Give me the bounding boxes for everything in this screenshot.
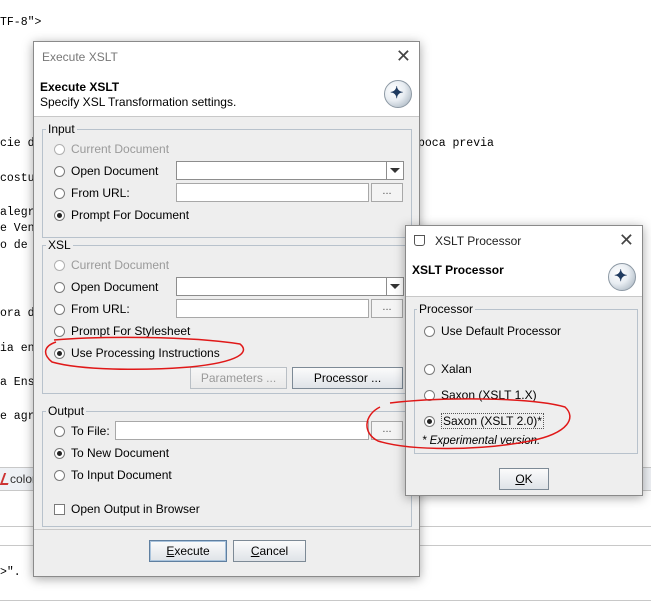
option-label: Xalan <box>441 362 472 376</box>
input-url-browse-button[interactable]: ... <box>371 183 403 202</box>
header-title: XSLT Processor <box>412 263 504 277</box>
option-label: From URL: <box>71 186 130 200</box>
option-label: To Input Document <box>71 468 172 482</box>
header-title: Execute XSLT <box>40 80 120 94</box>
editor-line: alegr <box>0 206 35 219</box>
option-label: Use Default Processor <box>441 324 562 338</box>
xsl-prompt-for-stylesheet-option[interactable]: Prompt For Stylesheet <box>54 322 190 340</box>
xsl-use-processing-instructions-option[interactable]: Use Processing Instructions <box>54 344 220 362</box>
execute-button[interactable]: Execute <box>149 540 227 562</box>
button-label: xecute <box>174 544 210 558</box>
output-to-new-document-option[interactable]: To New Document <box>54 444 169 462</box>
saxon-1-option[interactable]: Saxon (XSLT 1.X) <box>424 386 537 404</box>
close-icon[interactable]: ✕ <box>396 47 411 65</box>
option-label: Use Processing Instructions <box>71 346 220 360</box>
input-open-document-option[interactable]: Open Document <box>54 162 158 180</box>
radio-button[interactable] <box>54 425 65 437</box>
xsl-url-browse-button[interactable]: ... <box>371 299 403 318</box>
option-label: From URL: <box>71 302 130 316</box>
xsl-from-url-option[interactable]: From URL: <box>54 300 130 318</box>
radio-button[interactable] <box>424 363 435 375</box>
button-label: K <box>524 472 533 486</box>
option-label: Open Document <box>71 164 159 178</box>
mnemonic: O <box>515 472 525 486</box>
xsl-open-document-option[interactable]: Open Document <box>54 278 158 296</box>
open-output-in-browser-option[interactable]: Open Output in Browser <box>54 500 200 518</box>
option-label: Saxon (XSLT 1.X) <box>441 388 537 402</box>
radio-button <box>54 143 65 155</box>
use-default-processor-option[interactable]: Use Default Processor <box>424 322 561 340</box>
java-cup-icon <box>414 235 425 246</box>
radio-button[interactable] <box>54 469 65 481</box>
xsl-current-document-option: Current Document <box>54 256 169 274</box>
radio-button[interactable] <box>54 447 65 459</box>
button-bar-separator <box>34 529 419 530</box>
radio-button[interactable] <box>54 187 65 199</box>
radio-button[interactable] <box>54 347 65 359</box>
output-to-file-option[interactable]: To File: <box>54 422 110 440</box>
processor-button[interactable]: Processor ... <box>292 367 403 389</box>
radio-button[interactable] <box>424 389 435 401</box>
output-to-input-document-option[interactable]: To Input Document <box>54 466 172 484</box>
input-open-document-combo[interactable] <box>176 161 404 180</box>
xsl-open-document-combo[interactable] <box>176 277 404 296</box>
radio-button[interactable] <box>54 281 65 293</box>
option-label: Current Document <box>71 258 170 272</box>
option-label: To File: <box>71 424 110 438</box>
chevron-down-icon[interactable] <box>386 162 403 179</box>
input-current-document-option: Current Document <box>54 140 169 158</box>
editor-line: TF-8"> <box>0 16 42 29</box>
input-prompt-for-document-option[interactable]: Prompt For Document <box>54 206 189 224</box>
output-file-field[interactable] <box>115 421 369 440</box>
radio-button <box>54 259 65 271</box>
editor-line: costu <box>0 172 35 185</box>
radio-button[interactable] <box>424 415 435 427</box>
xalan-option[interactable]: Xalan <box>424 360 472 378</box>
radio-button[interactable] <box>54 325 65 337</box>
header-subtitle: Specify XSL Transformation settings. <box>40 95 237 109</box>
radio-button[interactable] <box>54 209 65 221</box>
parameters-button: Parameters ... <box>190 367 287 389</box>
processor-group-label: Processor <box>417 302 476 316</box>
cancel-button[interactable]: Cancel <box>233 540 306 562</box>
ok-button[interactable]: OK <box>499 468 549 490</box>
option-label: To New Document <box>71 446 170 460</box>
editor-line: poca previa <box>418 137 494 150</box>
dialog-header: Execute XSLT Specify XSL Transformation … <box>34 72 419 117</box>
option-label: Prompt For Stylesheet <box>71 324 191 338</box>
experimental-note: * Experimental version. <box>422 435 541 447</box>
radio-button[interactable] <box>424 325 435 337</box>
output-file-browse-button[interactable]: ... <box>371 421 403 440</box>
saxon-2-option[interactable]: Saxon (XSLT 2.0)* <box>424 412 544 430</box>
xsl-url-field[interactable] <box>176 299 369 318</box>
option-label: Open Output in Browser <box>71 502 200 516</box>
execute-xslt-dialog: Execute XSLT ✕ Execute XSLT Specify XSL … <box>33 41 420 577</box>
xsl-group-label: XSL <box>46 238 73 252</box>
option-label: Open Document <box>71 280 159 294</box>
radio-button[interactable] <box>54 165 65 177</box>
checkbox[interactable] <box>54 503 65 515</box>
close-icon[interactable]: ✕ <box>619 231 634 249</box>
dialog-title: XSLT Processor <box>435 234 522 248</box>
editor-line: >". <box>0 566 21 579</box>
dialog-title: Execute XSLT <box>42 50 118 64</box>
option-label: Current Document <box>71 142 170 156</box>
editor-divider <box>0 600 651 601</box>
dialog-titlebar: Execute XSLT ✕ <box>34 42 419 72</box>
output-group-label: Output <box>46 404 87 418</box>
option-label: Saxon (XSLT 2.0)* <box>441 413 544 429</box>
dialog-header: XSLT Processor ✦ <box>406 256 642 297</box>
compass-star-icon: ✦ <box>384 80 412 108</box>
input-url-field[interactable] <box>176 183 369 202</box>
button-label: ancel <box>259 544 289 558</box>
xslt-processor-dialog: XSLT Processor ✕ XSLT Processor ✦ Proces… <box>405 225 643 496</box>
input-from-url-option[interactable]: From URL: <box>54 184 130 202</box>
option-label: Prompt For Document <box>71 208 190 222</box>
compass-star-icon: ✦ <box>608 263 636 291</box>
radio-button[interactable] <box>54 303 65 315</box>
chevron-down-icon[interactable] <box>386 278 403 295</box>
input-group-label: Input <box>46 122 77 136</box>
dialog-titlebar: XSLT Processor ✕ <box>406 226 642 256</box>
